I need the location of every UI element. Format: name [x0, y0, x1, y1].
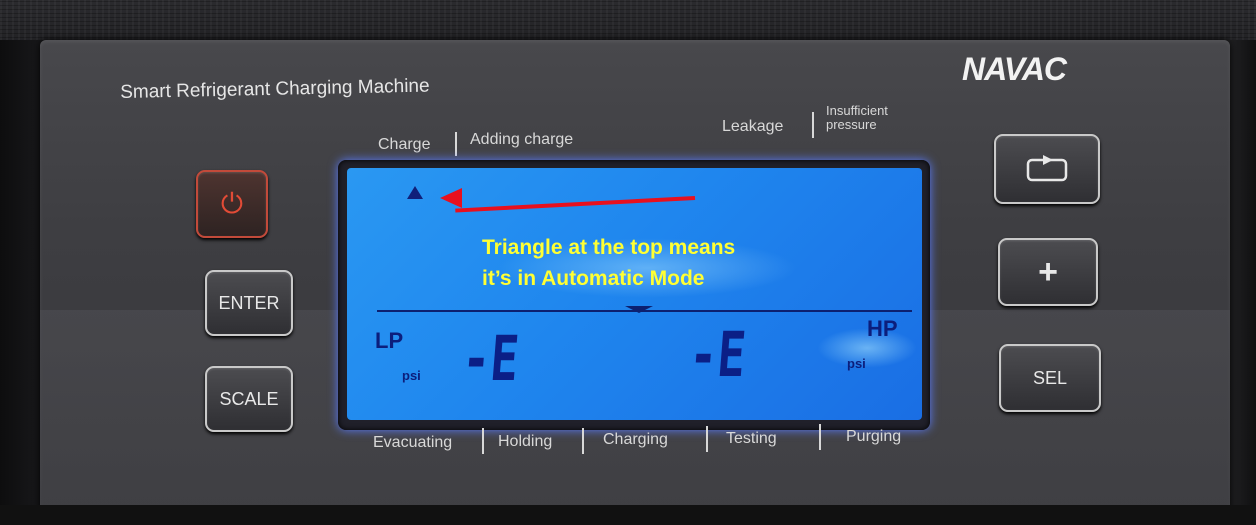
label-charge: Charge — [378, 136, 431, 153]
divider — [819, 424, 821, 450]
divider — [482, 428, 484, 454]
divider — [812, 112, 814, 138]
annotation-text: Triangle at the top means it’s in Automa… — [482, 232, 735, 294]
annotation-line-1: Triangle at the top means — [482, 236, 736, 259]
cycle-icon — [1026, 155, 1068, 182]
mode-label-evacuating: Evacuating — [373, 434, 453, 451]
power-button[interactable]: ⏻ — [196, 170, 268, 238]
divider — [455, 132, 457, 156]
label-insufficient: Insufficient — [826, 103, 888, 118]
label-pressure: pressure — [826, 117, 877, 132]
bottom-edge — [0, 505, 1256, 525]
hp-value: -E — [686, 318, 749, 391]
lp-label: LP — [375, 328, 404, 353]
lp-value: -E — [459, 322, 522, 395]
hp-label: HP — [867, 316, 898, 341]
hp-unit: psi — [847, 356, 866, 371]
scale-button[interactable]: SCALE — [205, 366, 293, 432]
lcd-display: LP psi HP psi -E -E — [347, 168, 922, 420]
mode-label-purging: Purging — [846, 428, 902, 445]
lcd-divider-notch — [625, 306, 653, 313]
lp-unit: psi — [402, 368, 421, 383]
label-adding-charge: Adding charge — [470, 131, 574, 148]
annotation-line-2: it’s in Automatic Mode — [482, 267, 705, 290]
divider — [582, 428, 584, 454]
divider — [706, 426, 708, 452]
annotation-arrow-head — [440, 188, 462, 208]
mode-label-charging: Charging — [603, 431, 668, 448]
mode-label-holding: Holding — [498, 433, 553, 450]
plus-button[interactable]: + — [998, 238, 1098, 306]
mode-label-testing: Testing — [726, 430, 777, 447]
power-icon: ⏻ — [220, 188, 244, 219]
label-leakage: Leakage — [722, 118, 784, 135]
enter-button[interactable]: ENTER — [205, 270, 293, 336]
automatic-mode-triangle-icon — [407, 186, 423, 199]
cycle-button[interactable] — [994, 134, 1100, 204]
brand-logo: NAVAC — [962, 51, 1067, 87]
sel-button[interactable]: SEL — [999, 344, 1101, 412]
